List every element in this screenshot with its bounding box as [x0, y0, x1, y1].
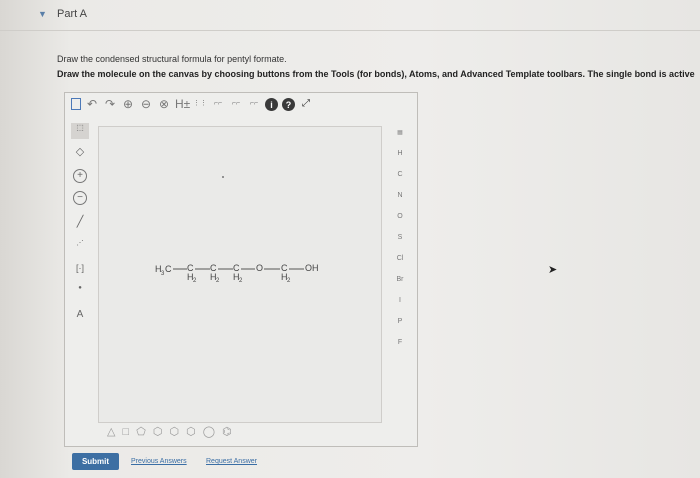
molecule-editor: ↶ ↷ ⊕ ⊖ ⊗ H± ⋮⋮ ⌐⌐ ⌐⌐ ⌐⌐ i ? ⤢ ⬚ ◇ + − ╱… — [64, 92, 418, 447]
atom-f-button[interactable]: F — [389, 339, 411, 360]
template-icon-4[interactable]: ⌐⌐ — [247, 97, 261, 111]
part-header[interactable]: ▼ Part A — [0, 0, 700, 31]
atom-o: O — [256, 263, 263, 273]
hydrogens-icon[interactable]: H± — [175, 97, 190, 111]
top-toolbar: ↶ ↷ ⊕ ⊖ ⊗ H± ⋮⋮ ⌐⌐ ⌐⌐ ⌐⌐ i ? ⤢ — [65, 93, 417, 115]
mouse-cursor-icon: ➤ — [548, 264, 558, 276]
template-shapes-row[interactable]: △ □ ⬠ ⬡ ⬡ ⬡ ◯ ⌬ — [107, 425, 234, 438]
atom-cl-button[interactable]: Cl — [389, 255, 411, 276]
request-answer-link[interactable]: Request Answer — [206, 458, 257, 465]
drawing-canvas[interactable]: H 3 C C H 2 C H 2 C H 2 O C H 2 OH — [98, 126, 382, 423]
left-toolbar: ⬚ ◇ + − ╱ ⋰ [·] ● A — [67, 123, 95, 413]
zoom-in-icon[interactable]: ⊕ — [121, 97, 135, 111]
question-text: Draw the condensed structural formula fo… — [57, 54, 287, 64]
undo-icon[interactable]: ↶ — [85, 97, 99, 111]
atom-c5-sub: 2 — [287, 278, 291, 284]
stray-dot — [222, 176, 224, 178]
part-title: Part A — [57, 8, 87, 20]
atom-h-button[interactable]: H — [389, 150, 411, 171]
atom-c2-sub: 2 — [193, 278, 197, 284]
instruction-text: Draw the molecule on the canvas by choos… — [57, 69, 695, 79]
atom-c1: C — [165, 264, 172, 274]
page: ▼ Part A Draw the condensed structural f… — [0, 0, 700, 478]
bracket-tool-icon[interactable]: [·] — [71, 263, 89, 279]
atom-label-icon[interactable]: A — [71, 309, 89, 325]
atom-i-button[interactable]: I — [389, 297, 411, 318]
template-icon-2[interactable]: ⌐⌐ — [211, 97, 225, 111]
atom-br-button[interactable]: Br — [389, 276, 411, 297]
atom-n-button[interactable]: N — [389, 192, 411, 213]
atoms-toolbar: ▦ H C N O S Cl Br I P F — [389, 129, 411, 360]
template-icon-1[interactable]: ⋮⋮ — [193, 97, 207, 111]
expand-icon[interactable]: ⤢ — [299, 97, 313, 111]
info-icon[interactable]: i — [265, 97, 278, 111]
new-document-icon[interactable] — [71, 98, 81, 110]
template-icon-3[interactable]: ⌐⌐ — [229, 97, 243, 111]
molecule-drawing: H 3 C C H 2 C H 2 C H 2 O C H 2 OH — [155, 176, 319, 284]
redo-icon[interactable]: ↷ — [103, 97, 117, 111]
single-bond-icon[interactable]: ╱ — [71, 215, 89, 231]
collapse-chevron-icon[interactable]: ▼ — [38, 9, 47, 19]
chain-tool-icon[interactable]: ⋰ — [71, 239, 89, 255]
atom-c4-sub: 2 — [239, 278, 243, 284]
atom-o-button[interactable]: O — [389, 213, 411, 234]
atom-s-button[interactable]: S — [389, 234, 411, 255]
atom-c-button[interactable]: C — [389, 171, 411, 192]
previous-answers-link[interactable]: Previous Answers — [131, 458, 187, 465]
submit-button[interactable]: Submit — [72, 453, 119, 470]
zoom-out-icon[interactable]: ⊖ — [139, 97, 153, 111]
help-icon[interactable]: ? — [282, 97, 295, 111]
dot-tool-icon[interactable]: ● — [71, 285, 89, 301]
atom-oh: OH — [305, 263, 319, 273]
periodic-table-icon[interactable]: ▦ — [389, 129, 411, 150]
selection-tool-icon[interactable]: ⬚ — [71, 123, 89, 139]
negative-charge-icon[interactable]: − — [73, 191, 87, 205]
atom-p-button[interactable]: P — [389, 318, 411, 339]
eraser-icon[interactable]: ◇ — [71, 145, 89, 161]
positive-charge-icon[interactable]: + — [73, 169, 87, 183]
reset-icon[interactable]: ⊗ — [157, 97, 171, 111]
atom-c3-sub: 2 — [216, 278, 220, 284]
